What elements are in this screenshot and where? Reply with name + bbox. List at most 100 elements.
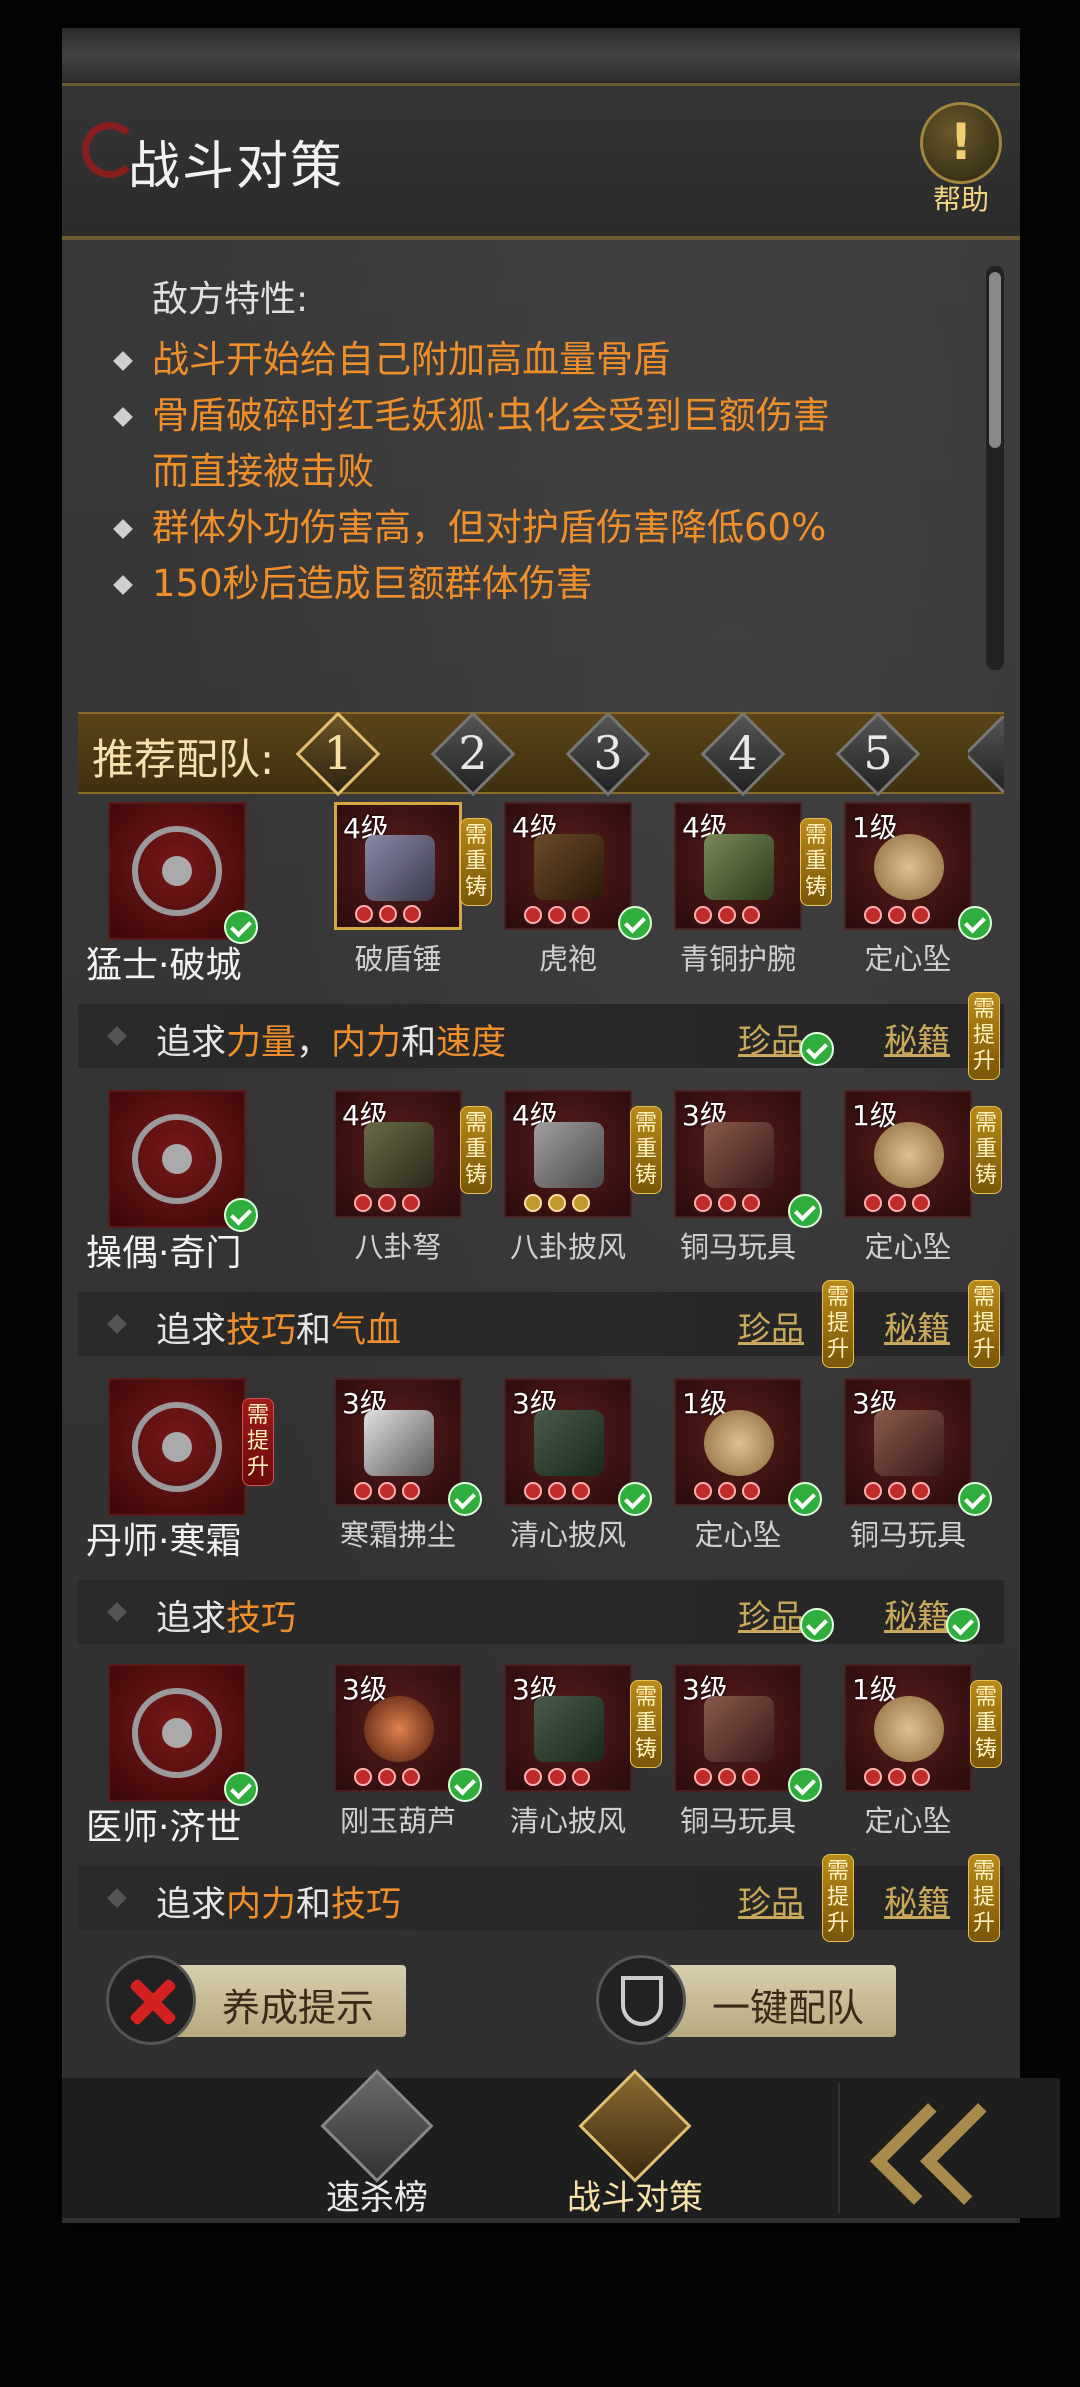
trait-item: 战斗开始给自己附加高血量骨盾 [100, 332, 980, 388]
hero-portrait[interactable] [108, 1378, 246, 1516]
team-tab-5[interactable]: 5 [835, 711, 921, 797]
nav-battle-strategy[interactable]: 战斗对策 [560, 2069, 710, 2218]
bullet-icon [107, 1888, 127, 1908]
back-button[interactable] [838, 2083, 1022, 2213]
pendant-icon [874, 1122, 944, 1188]
equipment-slot[interactable]: 3级 铜马玩具 [844, 1378, 972, 1552]
bronze-horse-icon [704, 1122, 774, 1188]
top-ornament-bar [62, 28, 1020, 86]
hero-row: 医师·济世 3级 刚玉葫芦 3级 清心披风 需重铸 3级 铜马玩具 1级 定心坠… [78, 1664, 1004, 1854]
equipment-slot[interactable]: 4级 青铜护腕 [674, 802, 802, 976]
cloak-icon [534, 1696, 604, 1762]
team-label: 推荐配队: [92, 735, 275, 784]
bronze-horse-icon [874, 1410, 944, 1476]
check-icon [788, 1194, 822, 1228]
check-icon [946, 1608, 980, 1642]
bullet-icon [113, 407, 133, 427]
team-tab-more[interactable] [968, 716, 1004, 792]
manual-link[interactable]: 秘籍 [884, 1590, 950, 1638]
equipment-slot[interactable]: 3级 刚玉葫芦 [334, 1664, 462, 1838]
pendant-icon [874, 834, 944, 900]
treasure-link[interactable]: 珍品 [738, 1876, 804, 1924]
reforge-badge: 需重铸 [970, 1106, 1002, 1194]
pursuit-text: 追求技巧 [156, 1599, 297, 1639]
pendant-icon [704, 1410, 774, 1476]
city-gate-icon [132, 826, 222, 916]
team-tab-1[interactable]: 1 [295, 711, 381, 797]
hero-requirement: 追求技巧和气血 珍品 需提升 秘籍 需提升 [78, 1280, 1004, 1368]
team-tab-bar: 推荐配队: 1 2 3 4 5 [78, 711, 1004, 797]
character-icon [578, 2069, 692, 2183]
treasure-link[interactable]: 珍品 [738, 1302, 804, 1350]
equipment-slot[interactable]: 3级 铜马玩具 [674, 1090, 802, 1264]
bullet-icon [107, 1026, 127, 1046]
equipment-slot[interactable]: 3级 铜马玩具 [674, 1664, 802, 1838]
pendant-icon [874, 1696, 944, 1762]
equipment-slot[interactable]: 3级 清心披风 [504, 1664, 632, 1838]
robe-icon [534, 834, 604, 900]
equipment-slot[interactable]: 4级 破盾锤 [334, 802, 462, 976]
bronze-horse-icon [704, 1696, 774, 1762]
page-title: 战斗对策 [128, 137, 345, 197]
gourd-icon [364, 1696, 434, 1762]
upgrade-badge: 需提升 [822, 1280, 854, 1368]
equipment-slot[interactable]: 4级 八卦披风 [504, 1090, 632, 1264]
header: 战斗对策 [62, 86, 1020, 240]
equipment-slot[interactable]: 4级 虎袍 [504, 802, 632, 976]
traits-heading: 敌方特性: [152, 279, 309, 320]
trait-item-continued: 而直接被击败 [152, 450, 374, 493]
scroll-thumb[interactable] [989, 272, 1001, 448]
snowflake-icon [132, 1402, 222, 1492]
hero-name: 操偶·奇门 [86, 1233, 242, 1274]
reforge-badge: 需重铸 [630, 1106, 662, 1194]
bracer-icon [704, 834, 774, 900]
check-icon [448, 1768, 482, 1802]
whisk-icon [364, 1410, 434, 1476]
equipment-slot[interactable]: 1级 定心坠 [844, 1090, 972, 1264]
equipment-slot[interactable]: 1级 定心坠 [674, 1378, 802, 1552]
upgrade-badge: 需提升 [968, 1280, 1000, 1368]
upgrade-badge: 需提升 [242, 1398, 274, 1486]
bullet-icon [113, 519, 133, 539]
reforge-badge: 需重铸 [800, 818, 832, 906]
reforge-badge: 需重铸 [630, 1680, 662, 1768]
bullet-icon [107, 1314, 127, 1334]
equipment-slot[interactable]: 1级 定心坠 [844, 1664, 972, 1838]
reforge-badge: 需重铸 [460, 1106, 492, 1194]
check-icon [448, 1482, 482, 1516]
growth-tips-button[interactable]: 养成提示 [106, 1955, 446, 2045]
hero-requirement: 追求内力和技巧 珍品 需提升 秘籍 需提升 [78, 1854, 1004, 1942]
pursuit-text: 追求内力和技巧 [156, 1885, 402, 1925]
bullet-icon [113, 351, 133, 371]
check-icon [958, 906, 992, 940]
team-tab-4[interactable]: 4 [700, 711, 786, 797]
team-tab-3[interactable]: 3 [565, 711, 651, 797]
manual-link[interactable]: 秘籍 [884, 1876, 950, 1924]
help-button[interactable]: ! 帮助 [913, 102, 1009, 216]
team-tab-2[interactable]: 2 [430, 711, 516, 797]
equipment-slot[interactable]: 4级 八卦弩 [334, 1090, 462, 1264]
hero-row: 操偶·奇门 4级 八卦弩 需重铸 4级 八卦披风 需重铸 3级 铜马玩具 1级 … [78, 1090, 1004, 1280]
enemy-traits: 敌方特性: 战斗开始给自己附加高血量骨盾 骨盾破碎时红毛妖狐·虫化会受到巨额伤害… [100, 270, 980, 612]
bullet-icon [107, 1602, 127, 1622]
pursuit-text: 追求力量，内力和速度 [156, 1023, 507, 1063]
nav-kill-rank[interactable]: 速杀榜 [302, 2069, 452, 2218]
hammer-icon [365, 835, 435, 901]
hero-name: 医师·济世 [86, 1807, 242, 1848]
manual-link[interactable]: 秘籍 [884, 1014, 950, 1062]
treasure-link[interactable]: 珍品 [738, 1590, 804, 1638]
equipment-slot[interactable]: 3级 清心披风 [504, 1378, 632, 1552]
swirl-emblem-icon [132, 1688, 222, 1778]
shield-icon [621, 1976, 663, 2026]
manual-link[interactable]: 秘籍 [884, 1302, 950, 1350]
auto-team-button[interactable]: 一键配队 [596, 1955, 936, 2045]
equipment-slot[interactable]: 3级 寒霜拂尘 [334, 1378, 462, 1552]
upgrade-badge: 需提升 [968, 992, 1000, 1080]
puppet-emblem-icon [132, 1114, 222, 1204]
treasure-link[interactable]: 珍品 [738, 1014, 804, 1062]
traits-scrollbar[interactable] [986, 266, 1004, 670]
equipment-slot[interactable]: 1级 定心坠 [844, 802, 972, 976]
upgrade-badge: 需提升 [822, 1854, 854, 1942]
hero-requirement: 追求技巧 珍品 秘籍 [78, 1580, 1004, 1644]
check-icon [800, 1608, 834, 1642]
